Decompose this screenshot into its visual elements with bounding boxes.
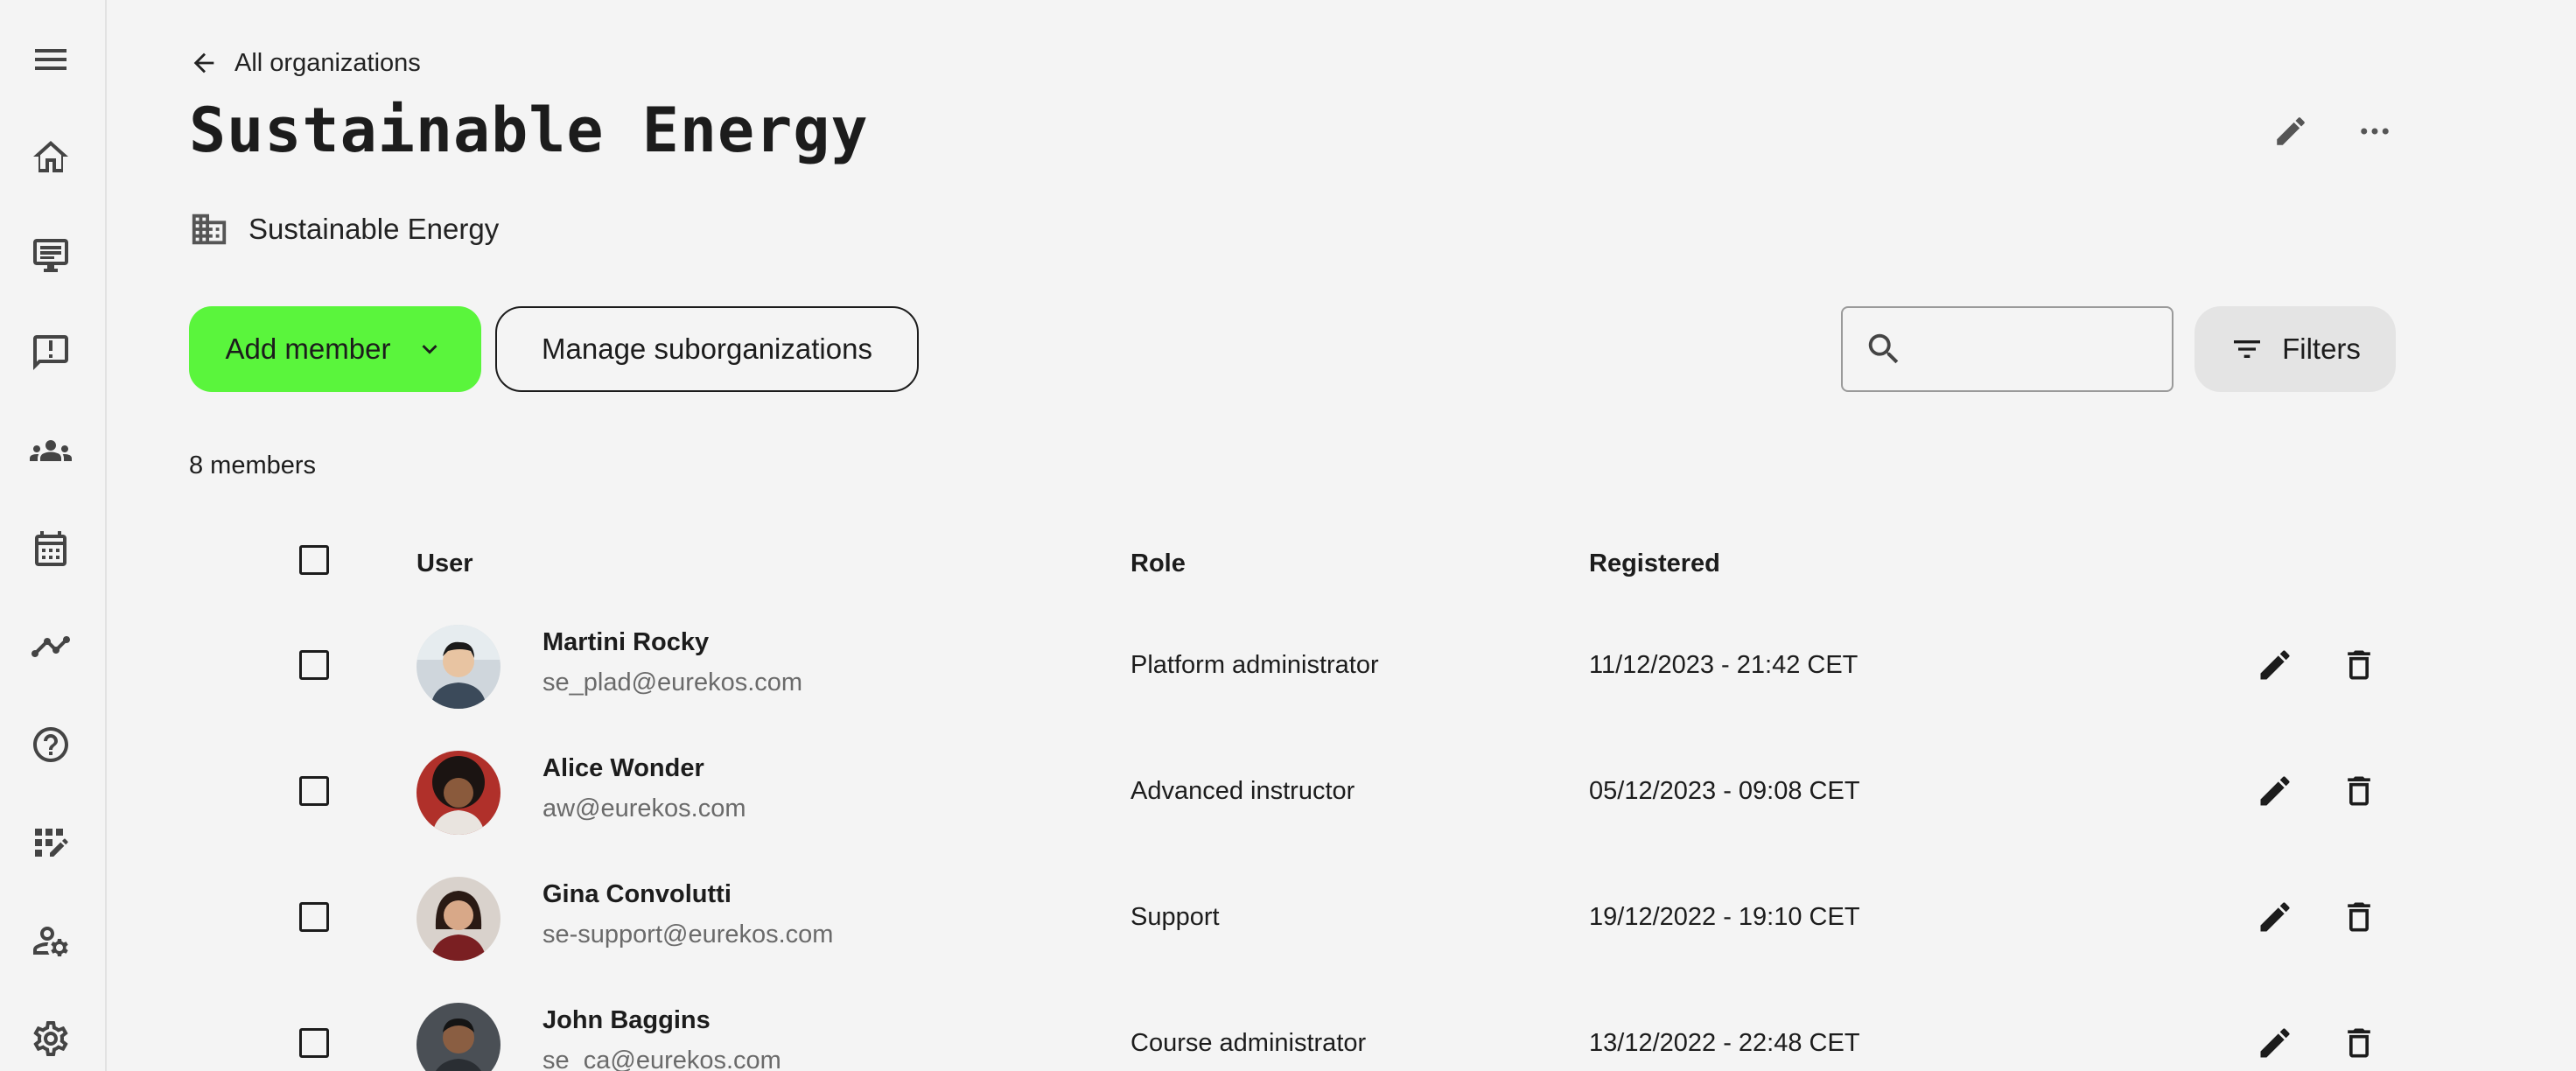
user-email: se-support@eurekos.com [542,920,834,948]
organization-info: Sustainable Energy [189,206,499,252]
more-horizontal-icon [2361,128,2389,135]
calendar-icon[interactable] [24,522,77,575]
trash-icon [2348,650,2370,680]
sidebar [0,0,107,1071]
table-row: Martini Rocky se_plad@eurekos.com Platfo… [107,604,2576,730]
edit-member-button[interactable] [2250,640,2300,690]
arrow-back-icon [193,52,214,74]
avatar [416,625,500,709]
member-count: 8 members [189,452,317,480]
user-name[interactable]: Martini Rocky [542,628,709,657]
feedback-icon[interactable] [24,326,77,379]
edit-member-button[interactable] [2250,1018,2300,1068]
delete-member-button[interactable] [2334,1018,2384,1068]
pencil-icon [2260,650,2290,680]
edit-member-button[interactable] [2250,766,2300,816]
manage-suborganizations-button[interactable]: Manage suborganizations [495,306,919,392]
user-email: se_ca@eurekos.com [542,1046,781,1071]
user-name[interactable]: Gina Convolutti [542,880,732,909]
analytics-icon[interactable] [24,620,77,673]
courses-icon[interactable] [24,228,77,281]
user-registered: 11/12/2023 - 21:42 CET [1589,651,1858,679]
add-member-button[interactable]: Add member [189,306,481,392]
trash-icon [2348,1028,2370,1058]
back-link-label: All organizations [234,48,421,77]
avatar [416,1003,500,1071]
edit-organization-button[interactable] [2264,105,2317,158]
column-header-registered[interactable]: Registered [1589,550,1720,578]
row-checkbox[interactable] [299,902,329,932]
groups-icon[interactable] [24,424,77,477]
search-input[interactable] [1913,323,2158,375]
trash-icon [2348,902,2370,932]
user-settings-icon[interactable] [24,914,77,967]
trash-icon [2348,776,2370,806]
user-registered: 13/12/2022 - 22:48 CET [1589,1029,1860,1057]
user-role: Course administrator [1130,1029,1367,1057]
user-registered: 19/12/2022 - 19:10 CET [1589,903,1860,931]
chevron-down-icon [422,345,438,354]
building-icon [192,214,227,245]
user-email: se_plad@eurekos.com [542,668,803,696]
row-checkbox[interactable] [299,776,329,806]
user-role: Support [1130,903,1220,931]
organization-name: Sustainable Energy [248,213,500,245]
user-name[interactable]: John Baggins [542,1006,710,1035]
filter-icon [2234,340,2261,358]
search-icon [1868,333,1899,364]
user-registered: 05/12/2023 - 09:08 CET [1589,777,1860,805]
select-all-checkbox[interactable] [299,545,329,575]
back-to-organizations-link[interactable]: All organizations [189,40,421,86]
edit-member-button[interactable] [2250,892,2300,942]
filters-label: Filters [2282,332,2361,365]
pencil-icon [2277,117,2305,145]
add-member-label: Add member [225,332,391,365]
help-icon[interactable] [24,718,77,771]
search-field[interactable] [1841,306,2174,392]
home-icon[interactable] [24,130,77,183]
user-name[interactable]: Alice Wonder [542,754,704,783]
row-checkbox[interactable] [299,1028,329,1058]
more-options-button[interactable] [2348,105,2401,158]
table-row: John Baggins se_ca@eurekos.com Course ad… [107,982,2576,1071]
settings-icon[interactable] [24,1012,77,1065]
pencil-icon [2260,776,2290,806]
dashboard-edit-icon[interactable] [24,816,77,869]
page-title: Sustainable Energy [189,94,869,166]
column-header-role[interactable]: Role [1130,550,1186,578]
pencil-icon [2260,1028,2290,1058]
pencil-icon [2260,902,2290,932]
filters-button[interactable]: Filters [2194,306,2396,392]
delete-member-button[interactable] [2334,766,2384,816]
row-checkbox[interactable] [299,650,329,680]
table-row: Alice Wonder aw@eurekos.com Advanced ins… [107,730,2576,856]
delete-member-button[interactable] [2334,892,2384,942]
user-email: aw@eurekos.com [542,794,746,822]
menu-icon[interactable] [24,33,77,86]
column-header-user[interactable]: User [416,550,473,578]
user-role: Platform administrator [1130,651,1379,679]
delete-member-button[interactable] [2334,640,2384,690]
avatar [416,751,500,835]
table-row: Gina Convolutti se-support@eurekos.com S… [107,856,2576,982]
avatar [416,877,500,961]
user-role: Advanced instructor [1130,777,1355,805]
